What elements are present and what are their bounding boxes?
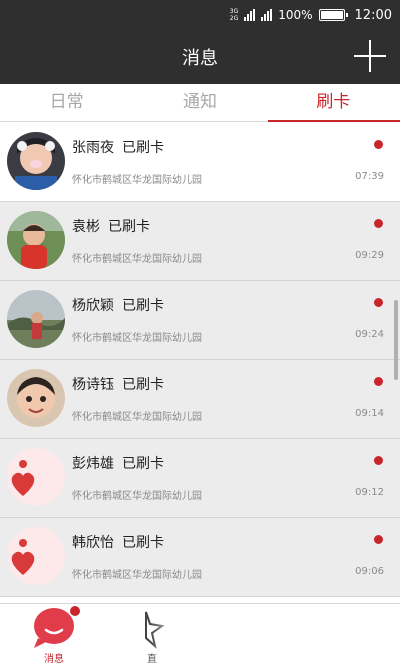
list-item[interactable]: 韩欣怡 已刷卡 怀化市鹤城区华龙国际幼儿园 09:06 <box>0 518 400 597</box>
battery-icon <box>318 9 348 21</box>
unread-dot-icon <box>374 298 383 307</box>
message-time: 09:24 <box>355 329 384 340</box>
message-time: 09:12 <box>355 487 384 498</box>
unread-dot-icon <box>374 456 383 465</box>
avatar <box>7 211 65 269</box>
unread-dot-icon <box>374 377 383 386</box>
school-name: 怀化市鹤城区华龙国际幼儿园 <box>72 412 202 423</box>
swipe-status: 已刷卡 <box>122 535 164 551</box>
status-time: 12:00 <box>354 7 392 23</box>
school-name: 怀化市鹤城区华龙国际幼儿园 <box>72 570 202 581</box>
swipe-status: 已刷卡 <box>122 140 164 156</box>
avatar <box>7 527 65 585</box>
heart-avatar-icon <box>7 527 65 585</box>
nav-label-messages: 消息 <box>44 654 64 665</box>
message-title: 彭炜雄 已刷卡 <box>72 453 164 473</box>
heart-avatar-icon <box>7 448 65 506</box>
swipe-status: 已刷卡 <box>122 298 164 314</box>
nav-fade-overlay <box>150 604 210 666</box>
avatar <box>7 132 65 190</box>
swipe-status: 已刷卡 <box>108 219 150 235</box>
message-title: 杨欣颖 已刷卡 <box>72 295 164 315</box>
school-name: 怀化市鹤城区华龙国际幼儿园 <box>72 175 202 186</box>
status-bar: 3G 2G 100% 12:00 <box>0 0 400 30</box>
message-time: 07:39 <box>355 171 384 182</box>
photo-avatar-icon <box>7 132 65 190</box>
plus-icon[interactable] <box>354 40 386 72</box>
swipe-status: 已刷卡 <box>122 456 164 472</box>
student-name: 张雨夜 <box>72 140 114 156</box>
battery-percent: 100% <box>278 8 313 22</box>
tab-card-swipe[interactable]: 刷卡 <box>267 84 400 121</box>
student-name: 彭炜雄 <box>72 456 114 472</box>
message-time: 09:14 <box>355 408 384 419</box>
photo-avatar-icon <box>7 369 65 427</box>
message-title: 韩欣怡 已刷卡 <box>72 532 164 552</box>
tab-notice[interactable]: 通知 <box>133 84 266 121</box>
photo-avatar-icon <box>7 211 65 269</box>
school-name: 怀化市鹤城区华龙国际幼儿园 <box>72 254 202 265</box>
swipe-status: 已刷卡 <box>122 377 164 393</box>
list-item[interactable]: 袁彬 已刷卡 怀化市鹤城区华龙国际幼儿园 09:29 <box>0 202 400 281</box>
school-name: 怀化市鹤城区华龙国际幼儿园 <box>72 491 202 502</box>
list-item[interactable]: 杨欣颖 已刷卡 怀化市鹤城区华龙国际幼儿园 09:24 <box>0 281 400 360</box>
network-top-label: 3G <box>229 8 239 15</box>
message-title: 袁彬 已刷卡 <box>72 216 150 236</box>
list-item[interactable]: 彭炜雄 已刷卡 怀化市鹤城区华龙国际幼儿园 09:12 <box>0 439 400 518</box>
nav-unread-badge <box>70 606 80 616</box>
student-name: 袁彬 <box>72 219 100 235</box>
list-item[interactable]: 张雨夜 已刷卡 怀化市鹤城区华龙国际幼儿园 07:39 <box>0 123 400 202</box>
student-name: 杨诗钰 <box>72 377 114 393</box>
unread-dot-icon <box>374 219 383 228</box>
network-bottom-label: 2G <box>229 15 239 22</box>
active-tab-indicator <box>268 120 400 122</box>
status-icons: 3G 2G 100% 12:00 <box>230 6 392 24</box>
student-name: 韩欣怡 <box>72 535 114 551</box>
title-bar: 消息 <box>0 30 400 84</box>
unread-dot-icon <box>374 535 383 544</box>
nav-item-messages[interactable]: 消息 <box>22 604 86 666</box>
school-name: 怀化市鹤城区华龙国际幼儿园 <box>72 333 202 344</box>
message-title: 张雨夜 已刷卡 <box>72 137 164 157</box>
scrollbar[interactable] <box>394 300 398 380</box>
message-time: 09:06 <box>355 566 384 577</box>
message-title: 杨诗钰 已刷卡 <box>72 374 164 394</box>
app-root: 3G 2G 100% 12:00 消息 日常 通知 刷卡 张雨夜 已刷卡 怀化市… <box>0 0 400 666</box>
signal-icon <box>244 9 256 21</box>
message-time: 09:29 <box>355 250 384 261</box>
student-name: 杨欣颖 <box>72 298 114 314</box>
tab-bar: 日常 通知 刷卡 <box>0 84 400 122</box>
tab-daily[interactable]: 日常 <box>0 84 133 121</box>
signal-icon-2 <box>261 9 273 21</box>
unread-dot-icon <box>374 140 383 149</box>
avatar <box>7 290 65 348</box>
avatar <box>7 369 65 427</box>
photo-avatar-icon <box>7 290 65 348</box>
list-item[interactable]: 杨诗钰 已刷卡 怀化市鹤城区华龙国际幼儿园 09:14 <box>0 360 400 439</box>
message-list: 张雨夜 已刷卡 怀化市鹤城区华龙国际幼儿园 07:39 袁彬 已刷卡 怀化市鹤城区华… <box>0 123 400 597</box>
network-type-icon: 3G 2G <box>230 8 238 22</box>
avatar <box>7 448 65 506</box>
page-title: 消息 <box>182 48 218 69</box>
